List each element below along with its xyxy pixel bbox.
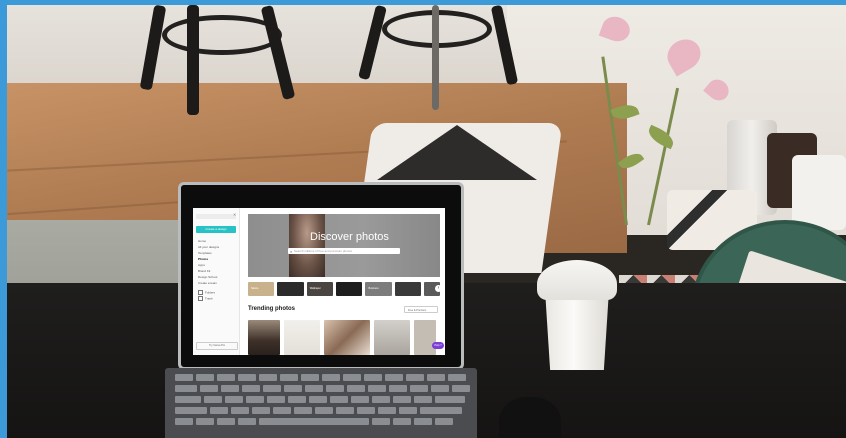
- close-icon[interactable]: ✕: [233, 212, 236, 217]
- laptop-keyboard: [165, 368, 477, 438]
- trending-title: Trending photos: [248, 306, 295, 312]
- trending-photo-grid: [248, 320, 440, 355]
- sidebar-item-create-team[interactable]: Create a team: [198, 281, 217, 285]
- hero-photo-woman-camera: [289, 214, 325, 277]
- trending-photo[interactable]: [324, 320, 370, 355]
- create-design-button[interactable]: Create a design: [196, 226, 236, 233]
- key-row: [175, 396, 465, 403]
- trash-icon: [198, 296, 203, 301]
- sidebar-item-templates[interactable]: Templates: [198, 251, 212, 255]
- folders-label: Folders: [205, 290, 216, 295]
- chevron-right-icon[interactable]: ›: [434, 285, 442, 292]
- stool-pole: [432, 5, 439, 110]
- category-thumb[interactable]: Wallpaper: [306, 282, 334, 296]
- photo-search-input[interactable]: Search millions of free and premium phot…: [288, 248, 400, 254]
- sidebar-item-all-designs[interactable]: All your designs: [198, 245, 219, 249]
- category-thumb[interactable]: Business: [365, 282, 392, 296]
- category-thumb[interactable]: [394, 282, 422, 296]
- trending-photo[interactable]: [374, 320, 410, 355]
- sidebar-item-design-school[interactable]: Design School: [198, 275, 217, 279]
- sidebar-item-home[interactable]: Home: [198, 239, 206, 243]
- category-label: Nature: [251, 287, 259, 290]
- key-row: [175, 374, 466, 381]
- trending-photo[interactable]: [284, 320, 320, 355]
- category-thumb[interactable]: [277, 282, 304, 296]
- category-thumb[interactable]: Nature: [248, 282, 275, 296]
- search-icon: ⌕: [290, 249, 293, 254]
- coffee-cup-body: [545, 290, 609, 370]
- try-pro-button[interactable]: Try Canva Pro: [196, 342, 238, 350]
- key-row: [175, 385, 470, 392]
- sidebar-item-brand-kit[interactable]: Brand Kit: [198, 269, 210, 273]
- sidebar: ✕ Create a design Home All your designs …: [193, 208, 240, 355]
- category-label: Business: [368, 287, 379, 290]
- trending-photo[interactable]: [248, 320, 280, 355]
- hero-banner: Discover photos Search millions of free …: [248, 214, 440, 277]
- key-row: [175, 407, 462, 414]
- white-mug: [792, 155, 846, 230]
- category-thumb[interactable]: ›: [424, 282, 442, 296]
- trash-label: Trash: [205, 296, 213, 301]
- license-filter-select[interactable]: Free & Premium: [404, 306, 438, 313]
- category-label: Wallpaper: [309, 287, 321, 290]
- sidebar-item-folders[interactable]: Folders: [198, 290, 215, 295]
- stool-leg: [187, 5, 199, 115]
- sidebar-item-apps[interactable]: Apps: [198, 263, 205, 267]
- sidebar-item-trash[interactable]: Trash: [198, 296, 213, 301]
- page-title: Discover photos: [310, 231, 389, 243]
- key-row: [175, 418, 453, 425]
- help-button[interactable]: Help ?: [432, 342, 444, 349]
- folder-icon: [198, 290, 203, 295]
- category-thumb[interactable]: [336, 282, 363, 296]
- laptop-screen: ✕ Create a design Home All your designs …: [193, 208, 445, 355]
- computer-mouse: [499, 397, 561, 438]
- sidebar-item-photos[interactable]: Photos: [198, 257, 208, 261]
- trending-photo[interactable]: [414, 320, 436, 355]
- sidebar-header: [196, 214, 236, 219]
- category-strip: Nature Wallpaper Business ›: [248, 282, 442, 296]
- coffee-cup-lid: [537, 260, 617, 300]
